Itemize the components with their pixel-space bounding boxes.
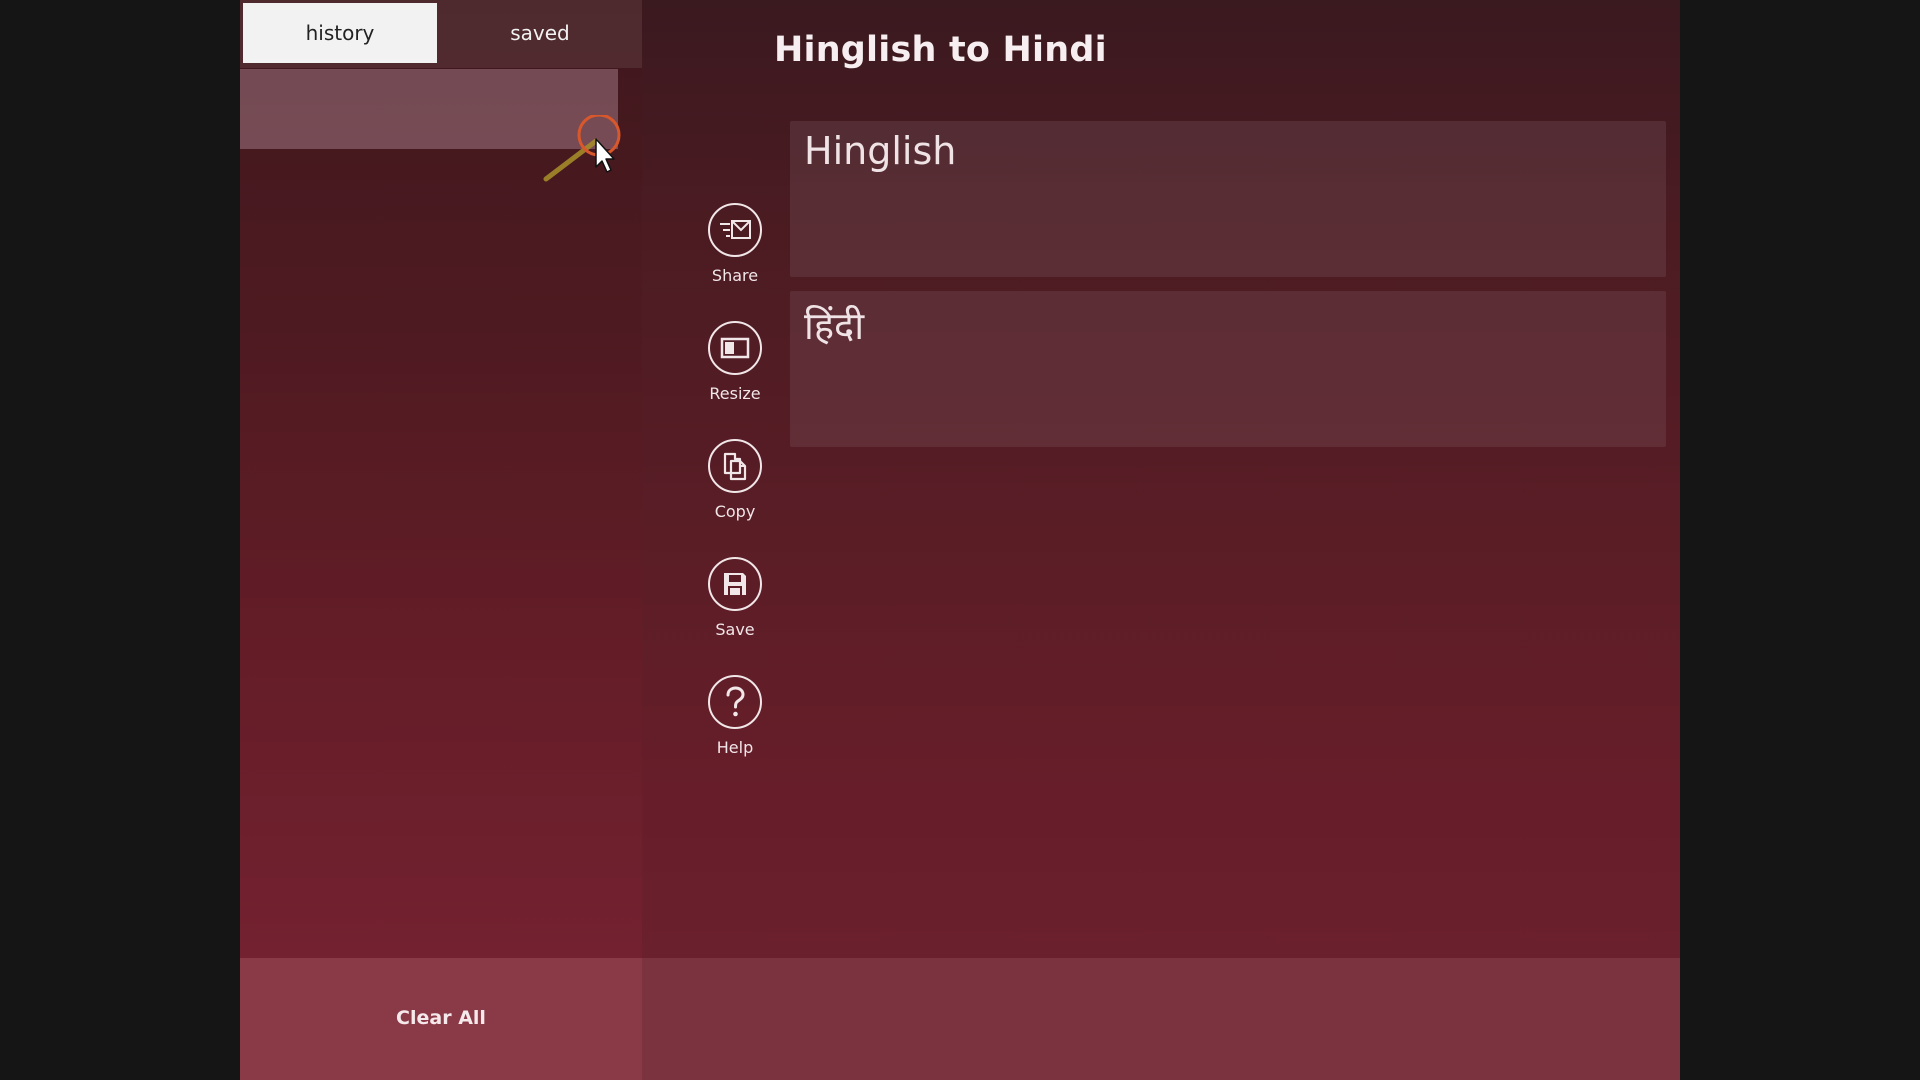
resize-label: Resize [709,384,761,403]
tab-saved[interactable]: saved [440,3,640,63]
save-button[interactable]: Save [670,557,800,639]
letterbox-right [1680,0,1920,1080]
history-list-item[interactable] [240,69,618,149]
save-label: Save [715,620,755,639]
clear-all-button[interactable]: Clear All [240,990,642,1046]
copy-icon [708,439,762,493]
resize-icon [708,321,762,375]
bottom-app-bar [642,958,1680,1080]
copy-button[interactable]: Copy [670,439,800,521]
hindi-output[interactable]: हिंदी [790,291,1666,447]
tab-history[interactable]: history [243,3,437,63]
app-window: history saved Clear All Hinglish to Hind… [240,0,1680,1080]
hinglish-input[interactable]: Hinglish [790,121,1666,277]
history-panel: history saved Clear All [240,0,642,1080]
save-disk-icon [708,557,762,611]
resize-button[interactable]: Resize [670,321,800,403]
tab-bar: history saved [240,0,642,68]
share-mail-icon [708,203,762,257]
hinglish-placeholder: Hinglish [804,129,957,173]
help-button[interactable]: Help [670,675,800,757]
hindi-placeholder: हिंदी [804,304,865,348]
page-title: Hinglish to Hindi [774,30,1107,70]
help-question-icon [708,675,762,729]
letterbox-left [0,0,240,1080]
help-label: Help [716,738,754,757]
copy-label: Copy [714,502,756,521]
share-label: Share [711,266,759,285]
share-button[interactable]: Share [670,203,800,285]
